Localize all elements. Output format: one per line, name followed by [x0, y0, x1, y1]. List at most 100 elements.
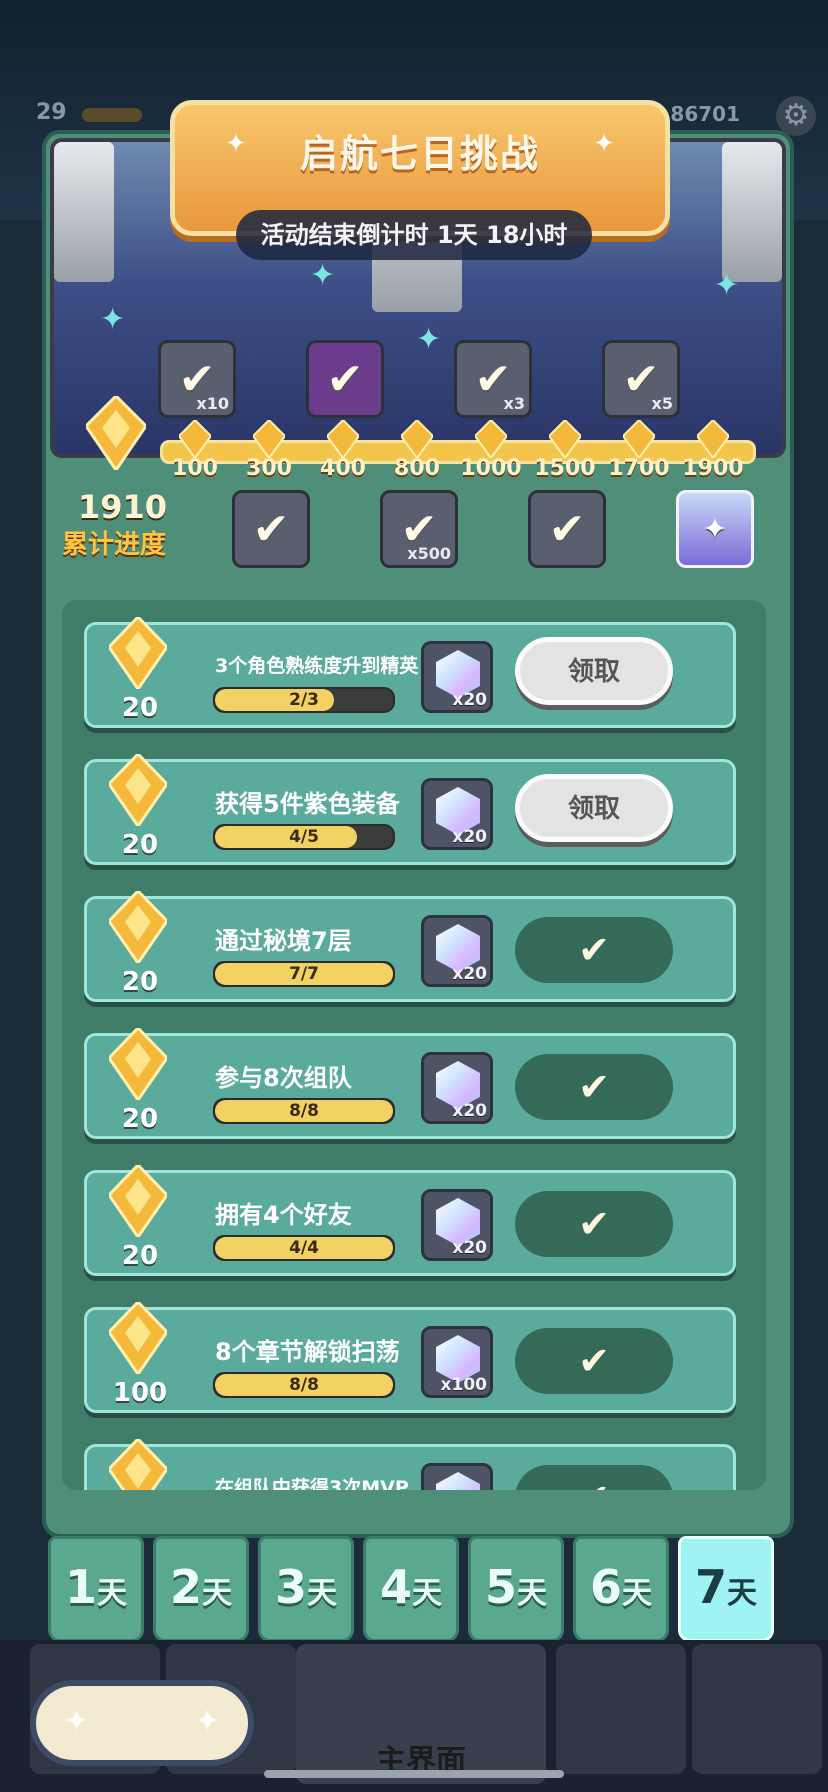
nav-main-button[interactable]: 主界面 — [296, 1644, 546, 1784]
milestone-label: 1900 — [682, 456, 744, 481]
task-progress-bar: 4/5 — [213, 824, 395, 850]
sparkle-icon: ✦ — [714, 268, 740, 303]
tab-day-1[interactable]: 1天 — [48, 1536, 144, 1642]
pillar-left — [54, 142, 114, 282]
day-tabs: 1天 2天 3天 4天 5天 6天 7天 — [48, 1536, 784, 1646]
home-indicator — [264, 1770, 564, 1778]
tab-day-7[interactable]: 7天 — [678, 1536, 774, 1642]
sparkle-icon: ✦ — [310, 258, 336, 293]
level-progress-bar — [82, 108, 142, 122]
task-row: 在组队中获得3次MVP ✔ — [84, 1439, 736, 1490]
completed-check-icon: ✔ — [515, 1328, 673, 1394]
task-progress-text: 4/5 — [289, 827, 319, 847]
check-icon: ✔ — [548, 504, 586, 555]
milestone-label: 1500 — [534, 456, 596, 481]
milestone-reward-1[interactable]: ✔ x10 — [158, 340, 236, 418]
reward-count: x20 — [452, 1101, 487, 1121]
task-progress-bar: 7/7 — [213, 961, 395, 987]
task-title: 在组队中获得3次MVP — [215, 1477, 409, 1490]
task-points: 100 — [112, 1378, 168, 1408]
milestone-gem-icon — [179, 420, 211, 458]
tab-day-5[interactable]: 5天 — [468, 1536, 564, 1642]
home-button[interactable]: ✦ ✦ — [30, 1680, 254, 1766]
tab-day-unit: 天 — [307, 1576, 337, 1611]
sparkle-icon: ✦ — [416, 322, 442, 357]
milestone-gem-icon — [697, 420, 729, 458]
milestone-gem-icon — [253, 420, 285, 458]
task-reward-crystal[interactable]: x20 — [421, 641, 493, 713]
event-title: 启航七日挑战 — [299, 132, 540, 176]
tab-day-3[interactable]: 3天 — [258, 1536, 354, 1642]
crystal-icon — [436, 1472, 480, 1490]
task-progress-text: 4/4 — [289, 1238, 319, 1258]
tab-day-2[interactable]: 2天 — [153, 1536, 249, 1642]
nav-item-guild[interactable] — [692, 1644, 822, 1774]
tab-day-6[interactable]: 6天 — [573, 1536, 669, 1642]
character-reward-icon: ✦ — [702, 512, 728, 547]
task-title: 拥有4个好友 — [215, 1201, 352, 1229]
task-progress-bar: 8/8 — [213, 1372, 395, 1398]
task-reward-crystal[interactable] — [421, 1463, 493, 1490]
tab-day-unit: 天 — [622, 1576, 652, 1611]
points-gem-icon — [109, 891, 167, 963]
sparkle-icon: ✦ — [64, 1704, 90, 1739]
milestone-gem-icon — [327, 420, 359, 458]
task-reward-crystal[interactable]: x20 — [421, 915, 493, 987]
milestone-reward-6[interactable]: ✔ — [528, 490, 606, 568]
task-points: 20 — [121, 1241, 159, 1271]
check-icon: ✔ — [326, 354, 364, 405]
task-row: 20 获得5件紫色装备 4/5 x20 领取 — [84, 754, 736, 865]
milestone-gem-icon — [475, 420, 507, 458]
completed-check-icon: ✔ — [515, 917, 673, 983]
tab-day-number: 4 — [379, 1560, 412, 1614]
milestone-label: 800 — [394, 456, 440, 481]
milestone-gem-icon — [549, 420, 581, 458]
gear-icon[interactable]: ⚙ — [776, 96, 816, 136]
tab-day-number: 1 — [64, 1560, 97, 1614]
points-gem-icon — [109, 1028, 167, 1100]
task-list[interactable]: 20 3个角色熟练度升到精英 2/3 x20 领取 20 获得5件紫色装备 4/… — [62, 600, 766, 1490]
milestone-label: 1700 — [608, 456, 670, 481]
task-progress-text: 2/3 — [289, 690, 319, 710]
milestone-label: 100 — [172, 456, 218, 481]
milestone-reward-7[interactable]: ✔ x5 — [602, 340, 680, 418]
task-progress-text: 7/7 — [289, 964, 319, 984]
claim-button[interactable]: 领取 — [515, 637, 673, 705]
milestone-reward-3[interactable]: ✔x3 — [306, 340, 384, 418]
reward-count: x100 — [440, 1375, 487, 1395]
tab-day-unit: 天 — [727, 1576, 757, 1611]
event-countdown: 活动结束倒计时 1天 18小时 — [236, 210, 592, 260]
nav-item-map[interactable] — [556, 1644, 686, 1774]
tab-day-number: 3 — [274, 1560, 307, 1614]
task-reward-crystal[interactable]: x20 — [421, 778, 493, 850]
progress-label: 累计进度 — [62, 530, 167, 560]
points-gem-icon — [109, 1302, 167, 1374]
milestone-label: 300 — [246, 456, 292, 481]
milestone-reward-5[interactable]: ✔ x3 — [454, 340, 532, 418]
milestone-reward-4[interactable]: ✔ x500 — [380, 490, 458, 568]
claim-button[interactable]: 领取 — [515, 774, 673, 842]
reward-count: x20 — [452, 690, 487, 710]
reward-count: x20 — [452, 827, 487, 847]
sparkle-icon: ✦ — [593, 129, 615, 159]
completed-check-icon: ✔ — [515, 1465, 673, 1490]
milestone-gem-icon — [401, 420, 433, 458]
task-reward-crystal[interactable]: x20 — [421, 1052, 493, 1124]
points-gem-icon — [109, 1439, 167, 1490]
milestone-reward-8[interactable]: ✦ — [676, 490, 754, 568]
task-title: 通过秘境7层 — [215, 927, 352, 955]
task-reward-crystal[interactable]: x100 — [421, 1326, 493, 1398]
task-row: 20 拥有4个好友 4/4 x20 ✔ — [84, 1165, 736, 1276]
tab-day-number: 2 — [169, 1560, 202, 1614]
task-row: 20 通过秘境7层 7/7 x20 ✔ — [84, 891, 736, 1002]
tab-day-unit: 天 — [412, 1576, 442, 1611]
tab-day-4[interactable]: 4天 — [363, 1536, 459, 1642]
task-progress-text: 8/8 — [289, 1375, 319, 1395]
milestone-gem-icon — [623, 420, 655, 458]
task-points: 20 — [121, 1104, 159, 1134]
task-reward-crystal[interactable]: x20 — [421, 1189, 493, 1261]
coin-count: 86701 — [670, 102, 740, 126]
task-progress-bar: 8/8 — [213, 1098, 395, 1124]
milestone-reward-2[interactable]: ✔ — [232, 490, 310, 568]
milestone-label: 1000 — [460, 456, 522, 481]
